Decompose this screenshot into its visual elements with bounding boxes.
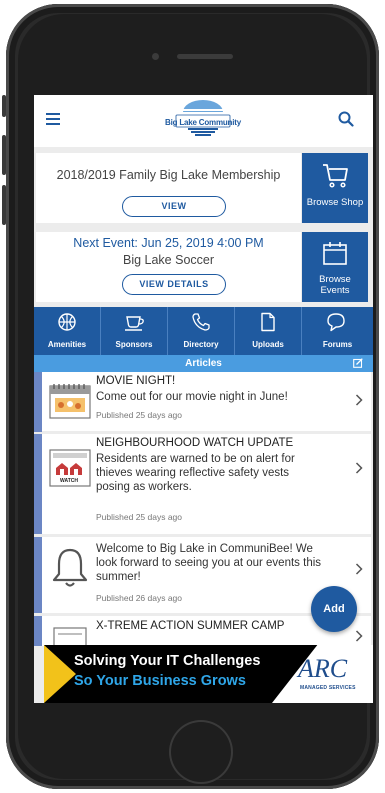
phone-icon (192, 313, 210, 331)
arc-logo-subtitle: MANAGED SERVICES (300, 685, 356, 691)
article-title: X-TREME ACTION SUMMER CAMP (96, 620, 285, 632)
sponsor-banner-ad[interactable]: Solving Your IT Challenges So Your Busin… (44, 645, 373, 703)
article-accent (34, 434, 42, 534)
nav-label: Directory (183, 340, 219, 349)
hamburger-icon[interactable] (46, 113, 60, 125)
movie-night-thumbnail (49, 384, 91, 419)
home-button[interactable] (169, 720, 233, 784)
article-published: Published 26 days ago (96, 593, 183, 603)
search-icon[interactable] (338, 111, 354, 127)
bell-icon (52, 548, 88, 587)
article-title: NEIGHBOURHOOD WATCH UPDATE (96, 437, 294, 449)
ad-headline: Solving Your IT Challenges (74, 653, 261, 669)
browse-shop-label: Browse Shop (306, 197, 364, 208)
quick-nav: Amenities Sponsors Directory Uploads For… (34, 307, 373, 355)
ad-tagline: So Your Business Grows (74, 673, 246, 689)
edit-icon[interactable] (353, 358, 363, 368)
basketball-icon (58, 313, 76, 331)
article-body: Residents are warned to be on alert for … (96, 453, 295, 493)
article-neighbourhood-watch[interactable]: WATCH NEIGHBOURHOOD WATCH UPDATE Residen… (42, 434, 371, 534)
nav-sponsors[interactable]: Sponsors (101, 307, 168, 355)
cart-icon (323, 164, 348, 188)
article-accent (34, 616, 42, 646)
view-membership-button[interactable]: VIEW (122, 196, 226, 217)
summer-camp-thumbnail (53, 627, 87, 646)
speaker (177, 54, 233, 59)
chevron-right-icon[interactable] (355, 630, 363, 642)
camera (152, 53, 159, 60)
article-accent (34, 537, 42, 613)
nav-label: Sponsors (115, 340, 153, 349)
add-button[interactable]: Add (311, 586, 357, 632)
app-screen: Big Lake Community 2018/2019 Family Big … (34, 95, 373, 703)
browse-shop-button[interactable]: Browse Shop (302, 153, 368, 223)
browse-events-button[interactable]: Browse Events (302, 232, 368, 302)
community-logo[interactable]: Big Lake Community (160, 99, 246, 139)
article-accent (34, 372, 42, 432)
membership-title: 2018/2019 Family Big Lake Membership (56, 168, 281, 182)
article-body: Welcome to Big Lake in CommuniBee! We lo… (96, 543, 322, 583)
volume-up-button (2, 135, 6, 175)
document-icon (261, 312, 275, 332)
article-title: MOVIE NIGHT! (96, 375, 176, 387)
chevron-right-icon[interactable] (355, 394, 363, 406)
calendar-icon (323, 242, 347, 265)
article-body: Come out for our movie night in June! (96, 391, 288, 403)
chat-bubble-icon (327, 313, 345, 332)
coffee-cup-icon (125, 316, 144, 331)
next-event-card[interactable]: Next Event: Jun 25, 2019 4:00 PM Big Lak… (36, 232, 301, 302)
chevron-right-icon[interactable] (355, 563, 363, 575)
articles-header: Articles (34, 355, 373, 372)
top-bar: Big Lake Community (34, 95, 373, 147)
nav-label: Forums (322, 340, 353, 349)
view-details-button[interactable]: VIEW DETAILS (122, 274, 226, 295)
article-published: Published 25 days ago (96, 410, 183, 420)
nav-uploads[interactable]: Uploads (235, 307, 302, 355)
thumbnail-label: WATCH (60, 478, 78, 484)
volume-down-button (2, 185, 6, 225)
nav-forums[interactable]: Forums (302, 307, 373, 355)
chevron-right-icon[interactable] (355, 462, 363, 474)
nav-label: Amenities (47, 340, 87, 349)
article-movie-night[interactable]: MOVIE NIGHT! Come out for our movie nigh… (42, 372, 371, 431)
browse-events-label: Browse Events (319, 274, 351, 296)
article-published: Published 25 days ago (96, 512, 183, 522)
arc-logo: ARC (298, 654, 348, 683)
nav-amenities[interactable]: Amenities (34, 307, 101, 355)
ad-accent-triangle (44, 645, 76, 703)
nav-label: Uploads (252, 340, 284, 349)
mute-switch (2, 95, 6, 117)
logo-text: Big Lake Community (165, 118, 241, 127)
event-name: Big Lake Soccer (122, 253, 215, 267)
membership-card[interactable]: 2018/2019 Family Big Lake Membership VIE… (36, 153, 301, 223)
next-event-title: Next Event: Jun 25, 2019 4:00 PM (73, 236, 264, 250)
nav-directory[interactable]: Directory (168, 307, 235, 355)
